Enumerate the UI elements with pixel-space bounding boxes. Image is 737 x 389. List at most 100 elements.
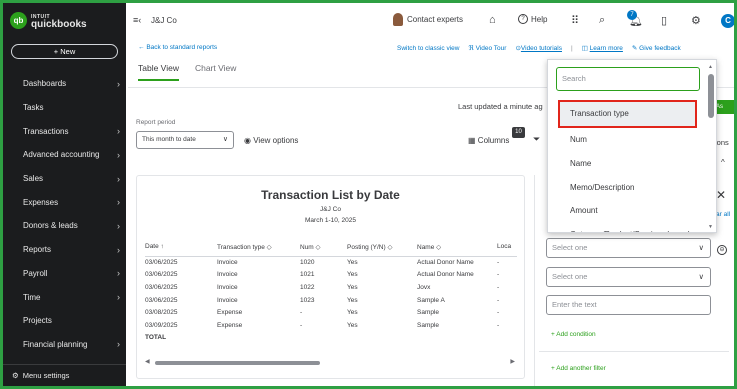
view-options-button[interactable]: ◉ View options (244, 136, 298, 145)
chevron-right-icon: › (117, 173, 120, 184)
dropdown-option-amount[interactable]: Amount (548, 199, 708, 223)
table-row[interactable]: 03/06/2025 Invoice 1023 Yes Sample A- (145, 294, 517, 307)
gear-icon: ⚙ (12, 371, 19, 380)
columns-button[interactable]: ▦ Columns (468, 136, 509, 145)
remove-filter-icon[interactable]: ⊖ (717, 245, 727, 255)
columns-count-badge: 10 (512, 127, 525, 138)
column-header-location[interactable]: Loca (497, 238, 517, 257)
sidebar-item-advanced-accounting[interactable]: Advanced accounting › (3, 143, 126, 167)
report-period-select[interactable]: This month to date ∨ (136, 131, 234, 149)
feedback-icon: ✎ (631, 45, 638, 52)
search-icon[interactable]: ⌕ (599, 14, 605, 27)
dropdown-search-input[interactable]: Search (556, 67, 700, 91)
scrollbar-thumb[interactable] (155, 361, 320, 365)
switch-classic-link[interactable]: Switch to classic view (397, 45, 460, 52)
video-tour-link[interactable]: ℜ Video Tour (469, 44, 507, 52)
dropdown-option-transaction-type[interactable]: Transaction type (558, 100, 697, 128)
scroll-left-arrow[interactable]: ◀ (145, 358, 150, 365)
user-avatar[interactable]: C (721, 14, 734, 28)
last-updated-text: Last updated a minute ag (458, 102, 543, 111)
columns-icon: ▦ (468, 136, 476, 145)
chevron-right-icon: › (117, 197, 120, 208)
dropdown-option-category[interactable]: Category/Product/Service cleared (548, 223, 708, 232)
report-period-label: Report period (136, 119, 176, 126)
add-condition-link[interactable]: + Add condition (551, 331, 596, 338)
chevron-right-icon: › (117, 292, 120, 303)
table-row[interactable]: 03/08/2025 Expense - Yes Sample - (145, 306, 517, 319)
quickbooks-logo[interactable]: qb INTUIT quickbooks (10, 12, 87, 29)
dropdown-option-memo[interactable]: Memo/Description (548, 176, 708, 200)
sidebar-item-tasks[interactable]: Tasks (3, 96, 126, 120)
clipboard-icon[interactable]: ▯ (661, 14, 667, 27)
scroll-down-arrow[interactable]: ▼ (708, 224, 713, 230)
scrollbar-thumb[interactable] (708, 74, 714, 118)
collapse-menu-icon[interactable]: ≡‹ (133, 15, 141, 25)
horizontal-scrollbar[interactable]: ◀ ▶ (145, 358, 515, 366)
report-date-range: March 1-10, 2025 (305, 217, 356, 224)
contact-experts-button[interactable]: Contact experts (393, 13, 463, 26)
sidebar-item-transactions[interactable]: Transactions › (3, 119, 126, 143)
filter-operator-select[interactable]: Select one ∨ (546, 267, 711, 287)
dropdown-option-name[interactable]: Name (548, 152, 708, 176)
video-tutorials-link[interactable]: ⊙Video tutorials (515, 44, 562, 52)
close-icon[interactable]: ✕ (716, 188, 726, 202)
megaphone-icon[interactable]: ⌂ (489, 14, 496, 26)
sidebar-item-financial-planning[interactable]: Financial planning › (3, 333, 126, 357)
tab-table-view[interactable]: Table View (138, 63, 179, 81)
dropdown-option-num[interactable]: Num (548, 128, 708, 152)
scroll-right-arrow[interactable]: ▶ (510, 358, 515, 365)
help-icon: ? (518, 14, 528, 24)
column-header-num[interactable]: Num ◇ (300, 238, 347, 257)
apps-grid-icon[interactable]: ⠿ (571, 14, 579, 27)
table-row[interactable]: 03/06/2025 Invoice 1020 Yes Actual Donor Nam… (145, 256, 517, 269)
give-feedback-link[interactable]: ✎ Give feedback (632, 44, 681, 52)
notification-badge: 7 (627, 10, 637, 20)
new-button[interactable]: + New (11, 44, 118, 59)
filter-value-input[interactable]: Enter the text (546, 295, 711, 315)
help-button[interactable]: ? Help (518, 14, 547, 24)
table-row[interactable]: 03/06/2025 Invoice 1021 Yes Actual Donor Nam… (145, 269, 517, 282)
sidebar-item-reports[interactable]: Reports › (3, 238, 126, 262)
table-row[interactable]: 03/06/2025 Invoice 1022 Yes Jovx - (145, 281, 517, 294)
top-bar: ≡‹ J&J Co Contact experts ⌂ ? Help ⠿ ⌕ 🔔… (126, 3, 734, 39)
scroll-up-arrow[interactable]: ▲ (708, 64, 713, 70)
learn-more-link[interactable]: ◫ Learn more (582, 44, 623, 52)
sidebar: qb INTUIT quickbooks + New Dashboards › T… (3, 3, 126, 386)
options-link[interactable]: ions (715, 138, 729, 147)
company-name: J&J Co (151, 16, 177, 25)
sidebar-item-payroll[interactable]: Payroll › (3, 262, 126, 286)
clear-all-link[interactable]: ar all (716, 211, 730, 218)
chevron-down-icon: ∨ (698, 272, 705, 281)
settings-gear-icon[interactable]: ⚙ (691, 14, 701, 27)
table-row[interactable]: 03/09/2025 Expense - Yes Sample - (145, 319, 517, 332)
sidebar-item-sales[interactable]: Sales › (3, 167, 126, 191)
sidebar-item-dashboards[interactable]: Dashboards › (3, 72, 126, 96)
sidebar-item-donors-leads[interactable]: Donors & leads › (3, 214, 126, 238)
sidebar-item-time[interactable]: Time › (3, 285, 126, 309)
total-row: TOTAL (145, 334, 167, 342)
chevron-up-icon[interactable]: ^ (721, 158, 725, 167)
chevron-right-icon: › (117, 244, 120, 255)
column-header-name[interactable]: Name ◇ (417, 238, 497, 257)
menu-settings-button[interactable]: ⚙ Menu settings (3, 364, 126, 386)
sidebar-item-projects[interactable]: Projects (3, 309, 126, 333)
dropdown-scrollbar[interactable]: ▲ ▼ (708, 64, 714, 230)
eye-icon: ◉ (244, 136, 251, 145)
column-header-date[interactable]: Date ↑ (145, 238, 217, 257)
report-links: Switch to classic view ℜ Video Tour ⊙Vid… (397, 44, 681, 53)
tab-chart-view[interactable]: Chart View (195, 63, 236, 81)
report-table: Date ↑ Transaction type ◇ Num ◇ Posting … (145, 238, 517, 344)
filter-field-select[interactable]: Select one ∨ (546, 238, 711, 258)
chevron-right-icon: › (117, 149, 120, 160)
sidebar-item-expenses[interactable]: Expenses › (3, 190, 126, 214)
filter-icon[interactable]: ⏷ (533, 134, 540, 145)
view-tabs: Table View Chart View (138, 63, 236, 81)
dropdown-list: Transaction type Num Name Memo/Descripti… (548, 100, 708, 232)
back-to-reports-link[interactable]: ← Back to standard reports (138, 44, 217, 51)
chevron-right-icon: › (117, 78, 120, 89)
column-header-posting[interactable]: Posting (Y/N) ◇ (347, 238, 417, 257)
add-another-filter-link[interactable]: + Add another filter (551, 365, 606, 372)
app-window: qb INTUIT quickbooks + New Dashboards › T… (3, 3, 734, 386)
column-header-transaction-type[interactable]: Transaction type ◇ (217, 238, 300, 257)
panel-divider (539, 351, 729, 352)
